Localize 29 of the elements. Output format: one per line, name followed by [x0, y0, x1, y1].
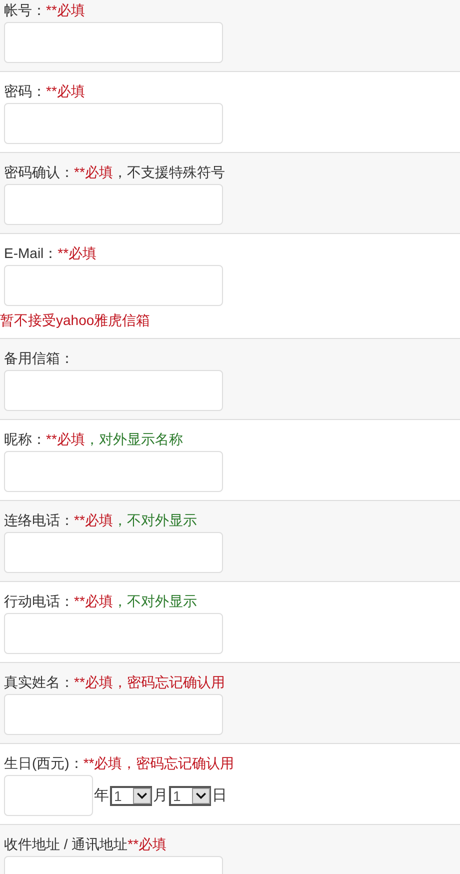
input-field[interactable]: [4, 613, 223, 654]
field-label: E-Mail：**必填: [4, 244, 98, 263]
input-field[interactable]: [4, 694, 223, 735]
unit-label: 年: [94, 786, 109, 805]
field-label: 连络电话：**必填，不对外显示: [4, 511, 198, 530]
field-label: 昵称：**必填，对外显示名称: [4, 430, 184, 449]
field-label: 真实姓名：**必填，密码忘记确认用: [4, 673, 226, 692]
field-label: 生日(西元)：**必填，密码忘记确认用: [4, 754, 236, 773]
field-label: 备用信箱：: [4, 349, 75, 368]
caret-icon: [133, 788, 151, 804]
field-label: 行动电话：**必填，不对外显示: [4, 592, 198, 611]
input-field[interactable]: [4, 184, 223, 225]
field-label: 收件地址 / 通讯地址**必填: [4, 835, 168, 854]
select-dropdown[interactable]: 1: [169, 786, 211, 806]
input-field[interactable]: [4, 532, 223, 573]
input-field[interactable]: [4, 451, 223, 492]
year-field[interactable]: [4, 775, 93, 816]
unit-label: 月: [153, 786, 168, 805]
select-dropdown[interactable]: 1: [110, 786, 152, 806]
input-field[interactable]: [4, 370, 223, 411]
caret-icon: [192, 788, 210, 804]
field-hint: 暂不接受yahoo雅虎信箱: [0, 311, 152, 330]
field-label: 帐号：**必填: [4, 1, 86, 20]
unit-label: 日: [212, 786, 227, 805]
input-field[interactable]: [4, 265, 223, 306]
input-field[interactable]: [4, 22, 223, 63]
field-label: 密码确认：**必填，不支援特殊符号: [4, 163, 226, 182]
field-label: 密码：**必填: [4, 82, 86, 101]
input-field[interactable]: [4, 103, 223, 144]
